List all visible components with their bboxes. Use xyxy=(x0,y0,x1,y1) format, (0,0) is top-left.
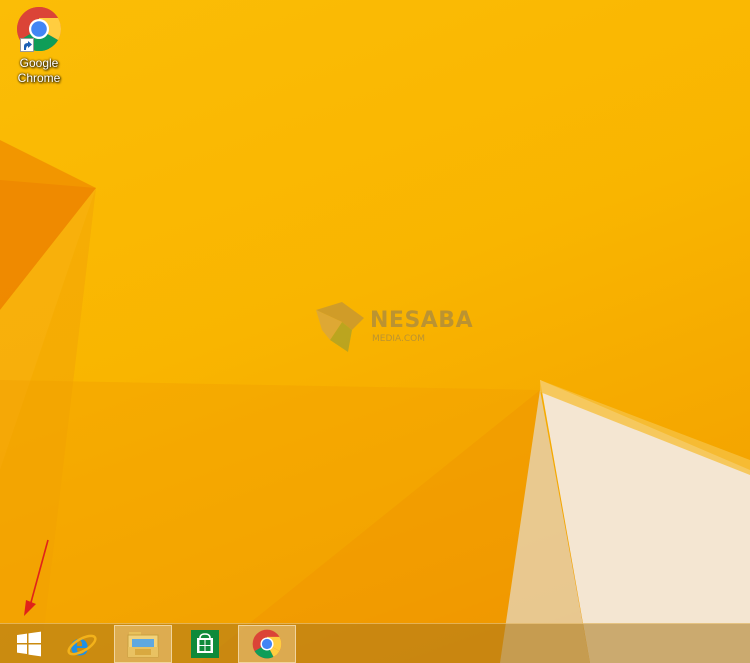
file-explorer-folder-icon xyxy=(127,632,159,658)
nesaba-logo-icon xyxy=(316,302,364,352)
start-button[interactable] xyxy=(0,625,58,663)
taskbar-windows-store[interactable] xyxy=(176,625,234,663)
desktop-shortcut-label: Google Chrome xyxy=(17,56,61,85)
annotation-arrow xyxy=(24,539,49,616)
chrome-icon xyxy=(252,629,282,659)
watermark-subtitle: MEDIA.COM xyxy=(372,334,426,344)
desktop-shortcut-chrome[interactable]: Google Chrome xyxy=(8,6,70,86)
shortcut-arrow-icon xyxy=(20,38,34,52)
taskbar-file-explorer[interactable] xyxy=(114,625,172,663)
taskbar: e xyxy=(0,623,750,663)
taskbar-internet-explorer[interactable]: e xyxy=(53,625,111,663)
windows-logo-icon xyxy=(17,631,41,657)
internet-explorer-icon: e xyxy=(67,628,97,661)
watermark-name: NESABA xyxy=(370,308,474,333)
chrome-icon xyxy=(16,6,62,52)
desktop: Google Chrome NESABA MEDIA.COM e xyxy=(0,0,750,663)
windows-store-icon xyxy=(191,630,219,658)
taskbar-chrome[interactable] xyxy=(238,625,296,663)
watermark-logo: NESABA MEDIA.COM xyxy=(312,300,474,360)
